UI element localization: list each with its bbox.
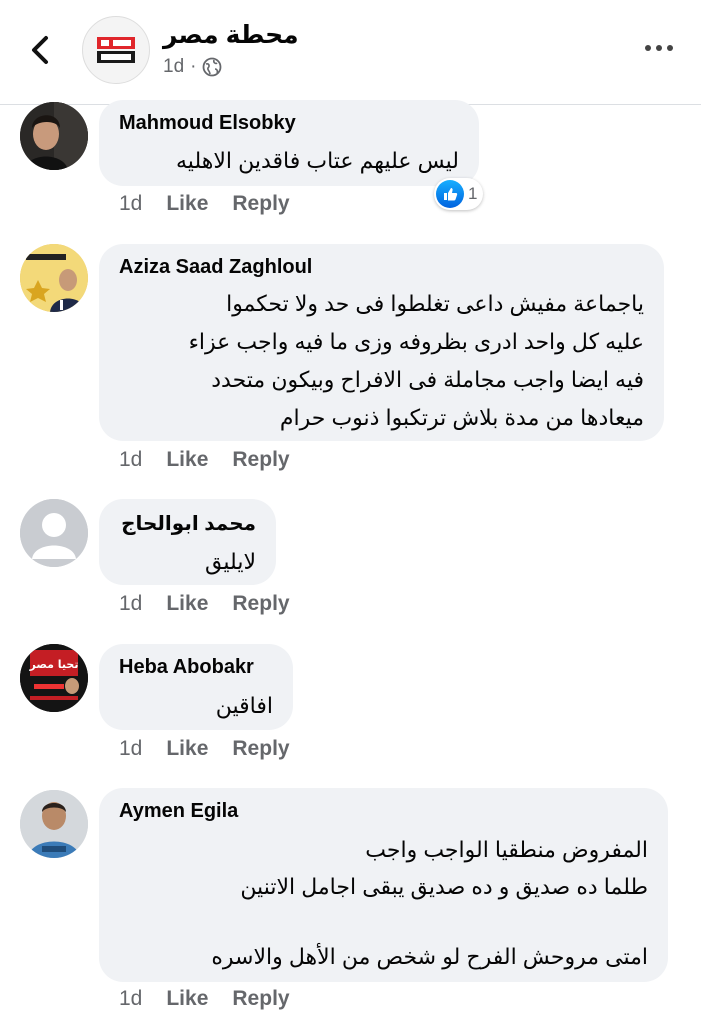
comment-text-line: افاقين [215,693,273,718]
avatar[interactable]: تحيا مصر [20,644,88,712]
comment-time[interactable]: 1d [119,192,142,216]
person-photo-icon: تحيا مصر [20,644,88,712]
comment-author[interactable]: Aziza Saad Zaghloul [119,256,312,279]
comment-bubble: Aziza Saad Zaghloul ياجماعة مفيش داعى تغ… [99,244,664,441]
page-avatar[interactable] [82,16,150,84]
comment: Aziza Saad Zaghloul ياجماعة مفيش داعى تغ… [0,244,701,474]
comment-text-line: طلما ده صديق و ده صديق يبقى اجامل الاتني… [240,874,648,899]
avatar[interactable] [20,102,88,170]
page-logo-icon [97,37,135,63]
post-time[interactable]: 1d [163,56,184,78]
comment-text-line: امتى مروحش الفرح لو شخص من الأهل والاسره [211,944,648,969]
avatar[interactable] [20,790,88,858]
person-photo-icon [20,102,88,170]
like-button[interactable]: Like [166,448,208,472]
globe-icon [203,57,222,77]
reaction-badge[interactable]: 1 [434,178,484,210]
reply-button[interactable]: Reply [232,448,289,472]
like-button[interactable]: Like [166,737,208,761]
comment-text-line: ميعادها من مدة بلاش ترتكبوا ذنوب حرام [279,405,644,430]
like-button[interactable]: Like [166,987,208,1011]
comment-author[interactable]: Aymen Egila [119,800,238,823]
default-avatar-icon [20,499,88,567]
avatar[interactable] [20,244,88,312]
comment-bubble: Heba Abobakr افاقين [99,644,293,730]
comment-time[interactable]: 1d [119,987,142,1011]
comment-text-line: ياجماعة مفيش داعى تغلطوا فى حد ولا تحكمو… [226,291,644,316]
thumbs-up-icon [436,180,464,208]
comment-actions: 1d Like Reply [119,192,290,216]
person-photo-icon [20,244,88,312]
comment-time[interactable]: 1d [119,737,142,761]
comment-actions: 1d Like Reply [119,987,290,1011]
comment-actions: 1d Like Reply [119,737,290,761]
comment: Aymen Egila المفروض منطقيا الواجب واجب ط… [0,788,701,1024]
reply-button[interactable]: Reply [232,737,289,761]
comment-author[interactable]: محمد ابوالحاج [121,511,256,536]
like-button[interactable]: Like [166,592,208,616]
meta-separator: · [190,56,197,77]
comment-author[interactable]: Heba Abobakr [119,656,254,679]
back-arrow-icon[interactable] [22,30,62,70]
reply-button[interactable]: Reply [232,192,289,216]
comment-bubble: Mahmoud Elsobky ليس عليهم عتاب فاقدين ال… [99,100,479,186]
comment-time[interactable]: 1d [119,448,142,472]
person-photo-icon [20,790,88,858]
avatar-overlay-text: تحيا مصر [28,658,78,671]
comment-text-line: لايليق [205,549,256,574]
comment-text-line: ليس عليهم عتاب فاقدين الاهليه [176,148,459,173]
comment-actions: 1d Like Reply [119,592,290,616]
comment-time[interactable]: 1d [119,592,142,616]
comment-text-line: فيه ايضا واجب مجاملة فى الافراح وبيكون م… [211,367,644,392]
post-header: محطة مصر 1d · [0,0,701,105]
reaction-count: 1 [468,184,478,203]
comment-actions: 1d Like Reply [119,448,290,472]
comment: Mahmoud Elsobky ليس عليهم عتاب فاقدين ال… [0,100,701,230]
post-meta: 1d · [163,56,222,78]
like-button[interactable]: Like [166,192,208,216]
comment-author[interactable]: Mahmoud Elsobky [119,112,296,135]
comment-text-line: عليه كل واحد ادرى بظروفه وزى ما فيه واجب… [188,329,644,354]
more-options-icon[interactable] [645,45,673,51]
comment: تحيا مصر Heba Abobakr افاقين 1d Like Rep… [0,644,701,769]
comment-bubble: Aymen Egila المفروض منطقيا الواجب واجب ط… [99,788,668,982]
comment-text-line: المفروض منطقيا الواجب واجب [365,837,648,862]
page-name[interactable]: محطة مصر [163,20,299,50]
comment: محمد ابوالحاج لايليق 1d Like Reply [0,499,701,624]
comment-bubble: محمد ابوالحاج لايليق [99,499,276,585]
avatar[interactable] [20,499,88,567]
reply-button[interactable]: Reply [232,987,289,1011]
reply-button[interactable]: Reply [232,592,289,616]
